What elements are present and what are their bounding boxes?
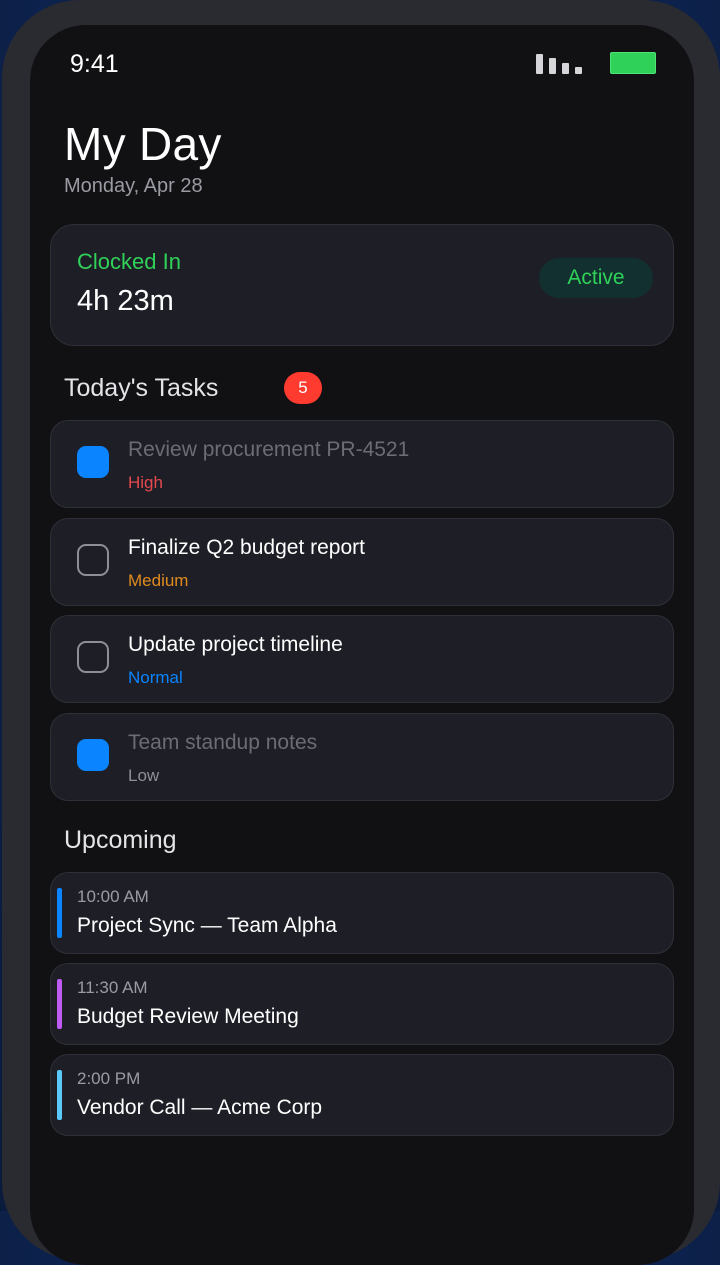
tasks-count-badge: 5 — [284, 372, 322, 404]
task-priority: Medium — [128, 571, 189, 590]
task-title: Review procurement PR-4521 — [128, 438, 410, 461]
event-item[interactable]: 10:00 AM Project Sync — Team Alpha — [50, 872, 674, 954]
task-item[interactable]: Update project timeline Normal — [50, 615, 674, 703]
battery-icon — [610, 52, 656, 74]
event-color-bar — [57, 888, 62, 938]
checkbox-unchecked-icon[interactable] — [77, 641, 109, 673]
signal-icon — [536, 54, 588, 74]
event-color-bar — [57, 1070, 62, 1120]
phone-frame: 9:41 My Day Monday, Apr 28 Clocked In 4h… — [2, 0, 720, 1265]
event-title: Vendor Call — Acme Corp — [77, 1096, 323, 1119]
task-item[interactable]: Team standup notes Low — [50, 713, 674, 801]
event-color-bar — [57, 979, 62, 1029]
task-priority: High — [128, 473, 163, 492]
status-bar-time: 9:41 — [70, 50, 119, 78]
app-screen: 9:41 My Day Monday, Apr 28 Clocked In 4h… — [30, 25, 694, 1265]
task-item[interactable]: Finalize Q2 budget report Medium — [50, 518, 674, 606]
page-date: Monday, Apr 28 — [64, 175, 203, 197]
active-status-badge: Active — [539, 258, 653, 298]
event-time: 10:00 AM — [77, 887, 149, 906]
tasks-heading: Today's Tasks — [64, 374, 219, 402]
clock-duration: 4h 23m — [77, 285, 174, 317]
event-title: Budget Review Meeting — [77, 1005, 299, 1028]
task-item[interactable]: Review procurement PR-4521 High — [50, 420, 674, 508]
event-item[interactable]: 11:30 AM Budget Review Meeting — [50, 963, 674, 1045]
task-priority: Low — [128, 766, 160, 785]
event-item[interactable]: 2:00 PM Vendor Call — Acme Corp — [50, 1054, 674, 1136]
checkbox-checked-icon[interactable] — [77, 446, 109, 478]
task-title: Finalize Q2 budget report — [128, 536, 365, 559]
event-time: 11:30 AM — [77, 978, 148, 997]
task-priority: Normal — [128, 668, 183, 687]
checkbox-unchecked-icon[interactable] — [77, 544, 109, 576]
upcoming-heading: Upcoming — [64, 826, 177, 854]
clock-status-label: Clocked In — [77, 249, 181, 274]
task-title: Update project timeline — [128, 633, 343, 656]
task-title: Team standup notes — [128, 731, 318, 754]
checkbox-checked-icon[interactable] — [77, 739, 109, 771]
event-title: Project Sync — Team Alpha — [77, 914, 337, 937]
clock-in-card[interactable]: Clocked In 4h 23m Active — [50, 224, 674, 346]
event-time: 2:00 PM — [77, 1069, 141, 1088]
page-title: My Day — [64, 118, 222, 170]
